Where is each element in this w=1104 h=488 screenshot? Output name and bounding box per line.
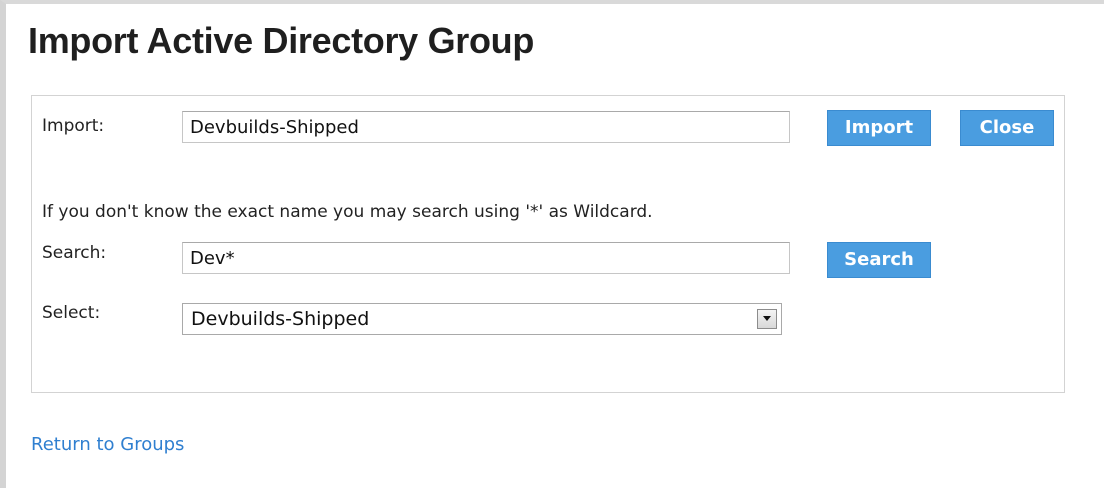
import-input[interactable] [182, 111, 790, 143]
search-button[interactable]: Search [827, 242, 931, 278]
import-label: Import: [42, 116, 105, 136]
select-value: Devbuilds-Shipped [191, 308, 370, 330]
return-to-groups-link[interactable]: Return to Groups [31, 434, 184, 455]
search-label: Search: [42, 243, 107, 263]
select-label: Select: [42, 303, 101, 323]
dropdown-arrow-icon[interactable] [757, 309, 777, 329]
search-input[interactable] [182, 242, 790, 274]
import-button[interactable]: Import [827, 110, 931, 146]
close-button[interactable]: Close [960, 110, 1054, 146]
page-title: Import Active Directory Group [28, 20, 535, 61]
wildcard-hint: If you don't know the exact name you may… [42, 202, 653, 222]
import-panel: Import: Import Close If you don't know t… [31, 95, 1065, 393]
group-select[interactable]: Devbuilds-Shipped [182, 303, 782, 335]
chevron-down-icon [763, 316, 771, 321]
